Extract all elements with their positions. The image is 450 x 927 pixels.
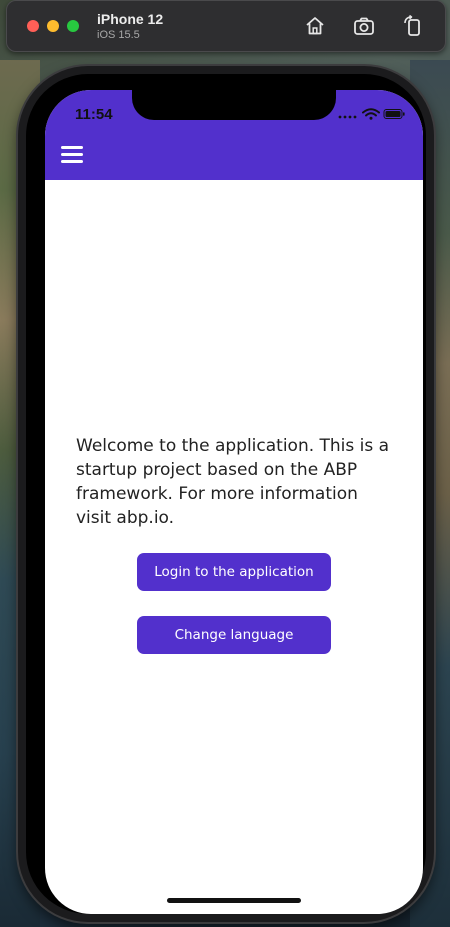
rotate-icon[interactable]	[401, 14, 425, 38]
close-window-button[interactable]	[27, 20, 39, 32]
camera-notch	[132, 90, 336, 120]
welcome-text: Welcome to the application. This is a st…	[76, 436, 390, 528]
device-name: iPhone 12	[97, 11, 164, 27]
status-bar-time: 11:54	[75, 106, 113, 123]
iphone-bezel: 11:54 Welcome to the application. This i…	[26, 74, 426, 914]
home-indicator[interactable]	[167, 898, 301, 903]
iphone-frame: 11:54 Welcome to the application. This i…	[18, 66, 434, 922]
login-button[interactable]: Login to the application	[137, 553, 331, 591]
minimize-window-button[interactable]	[47, 20, 59, 32]
app-screen: 11:54 Welcome to the application. This i…	[45, 90, 423, 914]
change-language-button[interactable]: Change language	[137, 616, 331, 654]
cellular-icon	[338, 115, 357, 119]
status-bar-icons	[338, 108, 405, 120]
hamburger-menu-icon[interactable]	[61, 146, 83, 164]
screenshot-icon[interactable]	[352, 14, 376, 38]
wifi-icon	[362, 108, 380, 120]
menu-bar-line	[61, 146, 83, 149]
zoom-window-button[interactable]	[67, 20, 79, 32]
os-version: iOS 15.5	[97, 29, 140, 41]
home-icon[interactable]	[303, 14, 327, 38]
simulator-title-bar: iPhone 12 iOS 15.5	[6, 0, 446, 52]
menu-bar-line	[61, 160, 83, 163]
app-header: 11:54	[45, 90, 423, 180]
menu-bar-line	[61, 153, 83, 156]
battery-icon	[383, 109, 405, 119]
